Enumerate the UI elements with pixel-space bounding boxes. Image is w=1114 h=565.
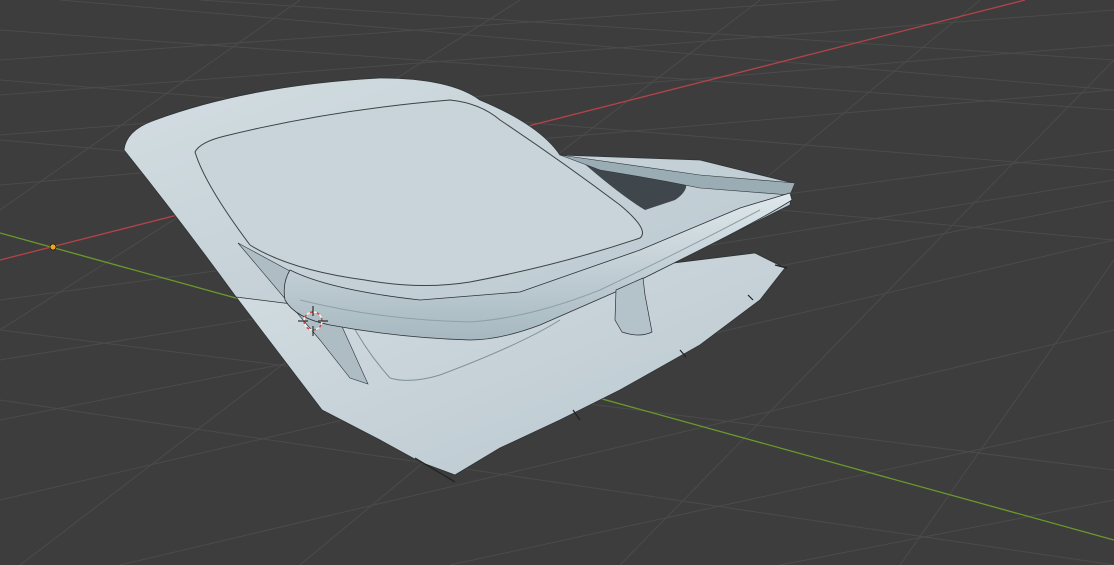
object-origin-icon[interactable] [49, 243, 57, 251]
3d-viewport[interactable] [0, 0, 1114, 565]
viewport-canvas[interactable] [0, 0, 1114, 565]
